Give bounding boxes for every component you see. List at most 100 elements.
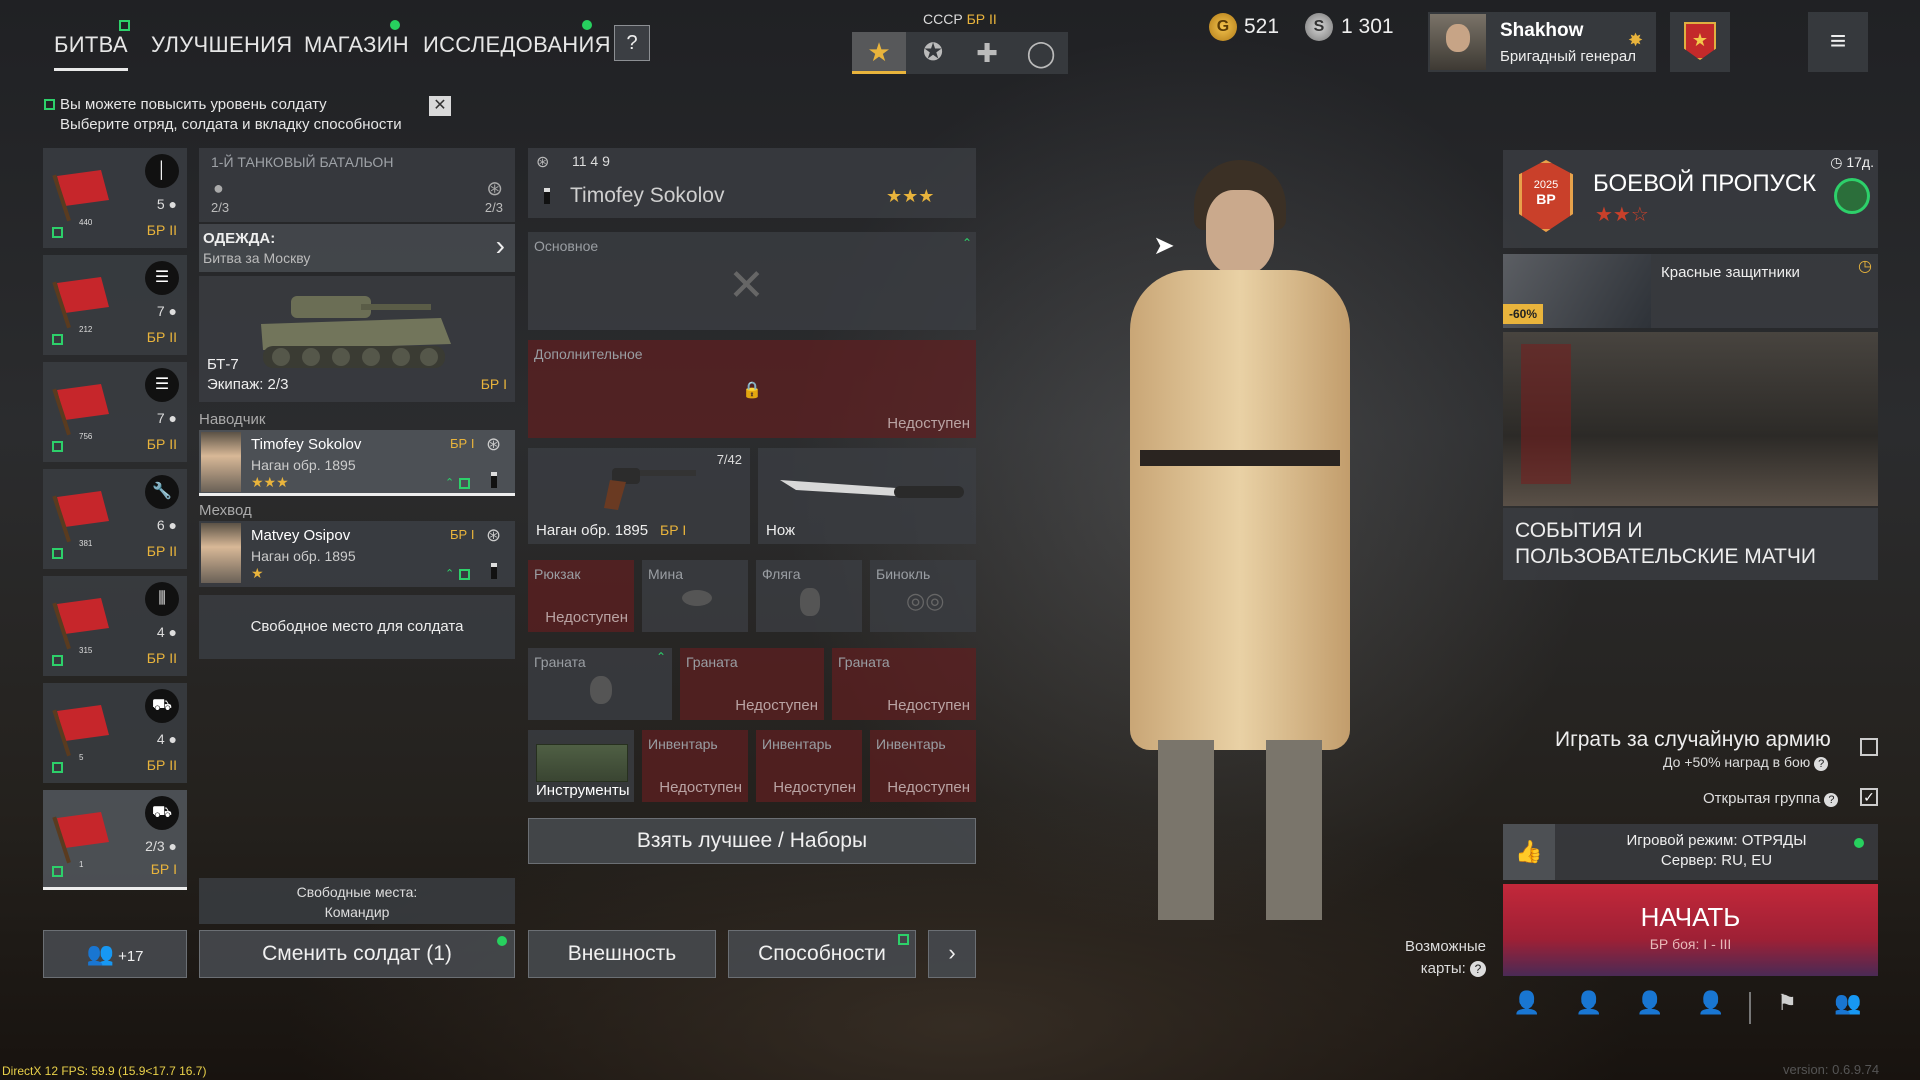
ammo-icon: [491, 472, 497, 488]
battlepass-progress-icon: [1834, 178, 1870, 214]
star-icon[interactable]: ★: [852, 32, 906, 74]
mine-label: Мина: [648, 566, 683, 582]
help-button[interactable]: ?: [614, 25, 650, 61]
start-button[interactable]: НАЧАТЬ БР боя: I - III: [1503, 884, 1878, 976]
squad-number: 381: [79, 539, 93, 548]
sidearm-ammo: 7/42: [716, 452, 742, 467]
grenade-label: Граната: [686, 654, 738, 670]
squad-size: 4 ●: [157, 731, 177, 747]
mine-slot[interactable]: Мина: [642, 560, 748, 632]
grenade-slot-2[interactable]: Граната Недоступен: [680, 648, 824, 720]
help-icon[interactable]: ?: [1814, 757, 1829, 771]
squad-emblem-icon: [52, 491, 109, 543]
melee-slot[interactable]: Нож: [758, 448, 976, 544]
reserve-button[interactable]: 👥 +17: [43, 930, 187, 978]
vehicle-card[interactable]: БТ-7 Экипаж: 2/3 БР I: [199, 276, 515, 402]
abilities-button[interactable]: Способности: [728, 930, 916, 978]
player-card[interactable]: Shakhow Бригадный генерал ✸: [1428, 12, 1656, 72]
squad-title: 1-Й ТАНКОВЫЙ БАТАЛЬОН: [211, 154, 394, 170]
squad-size: 2/3 ●: [145, 838, 177, 854]
squad-card[interactable]: 1 ⛟ 2/3 ● БР I: [43, 790, 187, 890]
help-icon[interactable]: ?: [1469, 961, 1486, 977]
add-friend-icon[interactable]: 👤: [1571, 990, 1607, 1026]
free-soldier-slot[interactable]: Свободное место для солдата: [199, 595, 515, 659]
soldier-rank-stars: ★★★: [886, 186, 935, 206]
grenade-slot-1[interactable]: Граната ⌃: [528, 648, 672, 720]
tab-research[interactable]: ИССЛЕДОВАНИЯ: [423, 32, 611, 58]
inventory-slot-2[interactable]: Инвентарь Недоступен: [756, 730, 862, 802]
offer-card[interactable]: -60% Красные защитники ◷: [1503, 254, 1878, 328]
possible-maps-line1: Возможные: [1405, 938, 1486, 955]
squad-number: 5: [79, 753, 84, 762]
help-icon[interactable]: ?: [1824, 793, 1839, 807]
random-army-bonus-text: До +50% наград в бою: [1663, 754, 1811, 770]
chevron-right-icon[interactable]: ›: [928, 930, 976, 978]
appearance-button[interactable]: Внешность: [528, 930, 716, 978]
tab-shop[interactable]: МАГАЗИН: [304, 32, 409, 58]
cross-icon[interactable]: ✚: [960, 32, 1014, 74]
secondary-weapon-slot[interactable]: Дополнительное Недоступен 🔒: [528, 340, 976, 438]
squad-card[interactable]: 315 ⫼ 4 ● БР II: [43, 576, 187, 676]
squad-card[interactable]: 756 ☰ 7 ● БР II: [43, 362, 187, 462]
thumbs-up-icon[interactable]: 👍: [1503, 824, 1555, 880]
soldier-br: БР I: [450, 527, 475, 542]
profile-badge[interactable]: ★: [1670, 12, 1730, 72]
free-places: Свободные места: Командир: [199, 878, 515, 924]
soldier-card-2[interactable]: Matvey Osipov Наган обр. 1895 ★ БР I ⊛ ⌃: [199, 521, 515, 587]
knife-image: [780, 480, 964, 498]
research-notification-dot: [582, 20, 592, 30]
binoculars-slot[interactable]: Бинокль ◎◎: [870, 560, 976, 632]
sidearm-slot[interactable]: 7/42 Наган обр. 1895 БР I: [528, 448, 750, 544]
hint-close-button[interactable]: ✕: [429, 96, 451, 116]
soldier-face: [1206, 190, 1274, 274]
squad-number: 315: [79, 646, 93, 655]
grenade-slot-3[interactable]: Граната Недоступен: [832, 648, 976, 720]
squad-number: 212: [79, 325, 93, 334]
star-circle-icon[interactable]: ✪: [906, 32, 960, 74]
tab-upgrades[interactable]: УЛУЧШЕНИЯ: [151, 32, 292, 58]
melee-name: Нож: [766, 522, 796, 539]
random-army-checkbox[interactable]: [1860, 738, 1878, 756]
tools-slot[interactable]: Инструменты: [528, 730, 634, 802]
role-gunner-label: Наводчик: [199, 411, 266, 428]
steering-wheel-icon: ⊛: [536, 154, 550, 171]
squad-card[interactable]: 440 │ 5 ● БР II: [43, 148, 187, 248]
squad-emblem-icon: [52, 277, 109, 329]
open-group-checkbox[interactable]: ✓: [1860, 788, 1878, 806]
circle-icon[interactable]: ◯: [1014, 32, 1068, 74]
upgrade-indicator: [52, 866, 63, 877]
group-icon[interactable]: 👥: [1830, 990, 1866, 1026]
flag-icon[interactable]: ⚑: [1769, 990, 1805, 1026]
squad-size-value: 5: [156, 196, 165, 212]
primary-weapon-slot[interactable]: Основное ✕ ⌃: [528, 232, 976, 330]
take-best-button[interactable]: Взять лучшее / Наборы: [528, 818, 976, 864]
clothing-selector[interactable]: ОДЕЖДА: Битва за Москву ›: [199, 224, 515, 272]
game-mode-panel[interactable]: 👍 Игровой режим: ОТРЯДЫ Сервер: RU, EU: [1503, 824, 1878, 880]
squad-br: БР II: [146, 222, 177, 238]
squad-card[interactable]: 381 🔧 6 ● БР II: [43, 469, 187, 569]
add-friend-icon[interactable]: 👤: [1632, 990, 1668, 1026]
soldier-card-1[interactable]: Timofey Sokolov Наган обр. 1895 ★★★ БР I…: [199, 430, 515, 496]
sidearm-name: Наган обр. 1895: [536, 522, 649, 539]
squad-card[interactable]: 5 ⛟ 4 ● БР II: [43, 683, 187, 783]
inventory-slot-1[interactable]: Инвентарь Недоступен: [642, 730, 748, 802]
add-friend-icon[interactable]: 👤: [1509, 990, 1545, 1026]
inventory-slot-3[interactable]: Инвентарь Недоступен: [870, 730, 976, 802]
unavailable-label: Недоступен: [545, 609, 628, 626]
add-friend-icon[interactable]: 👤: [1693, 990, 1729, 1026]
backpack-slot[interactable]: Рюкзак Недоступен: [528, 560, 634, 632]
tab-battle[interactable]: БИТВА: [54, 32, 128, 71]
change-soldier-button[interactable]: Сменить солдат (1): [199, 930, 515, 978]
abilities-indicator: [898, 934, 909, 945]
battlepass-card[interactable]: 2025 BP БОЕВОЙ ПРОПУСК ★★☆ ◷ 17д.: [1503, 150, 1878, 248]
squad-card[interactable]: 212 ☰ 7 ● БР II: [43, 255, 187, 355]
menu-icon[interactable]: ≡: [1808, 12, 1868, 72]
soldier-coat: [1130, 270, 1350, 750]
chevron-right-icon: ›: [495, 230, 505, 261]
events-banner: [1521, 344, 1571, 484]
flask-slot[interactable]: Фляга: [756, 560, 862, 632]
squad-emblem-icon: [52, 170, 109, 222]
open-group-label: Открытая группа ?: [1703, 790, 1839, 807]
random-army-label: Играть за случайную армию: [1555, 728, 1831, 751]
events-button[interactable]: СОБЫТИЯ И ПОЛЬЗОВАТЕЛЬСКИЕ МАТЧИ: [1503, 508, 1878, 580]
